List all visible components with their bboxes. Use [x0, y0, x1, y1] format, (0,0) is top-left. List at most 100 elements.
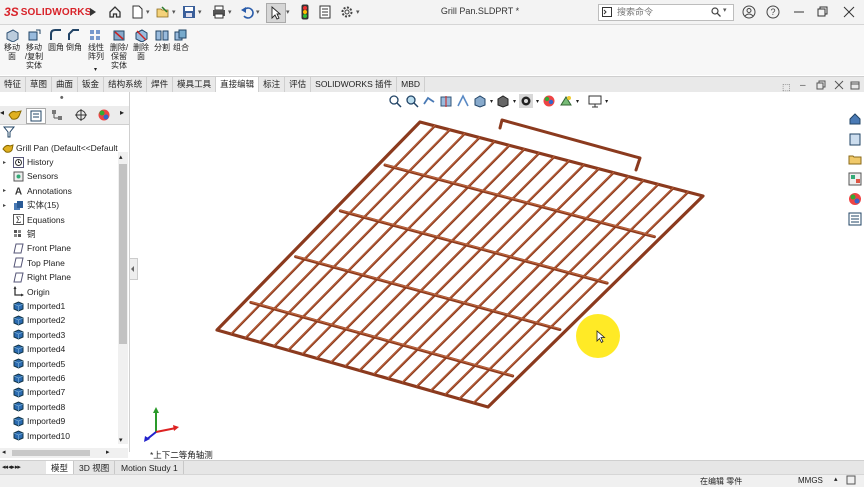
tree-item[interactable]: ▸ A Annotations [0, 184, 118, 198]
tree-item[interactable]: Imported1 [0, 299, 118, 313]
bottom-tab-nav-icon[interactable]: ◂◂ ◂ ▸ ▸▸ [2, 461, 21, 475]
options-caret-icon[interactable]: ▾ [356, 8, 362, 16]
display-style-caret-icon[interactable]: ▾ [513, 98, 516, 105]
tree-item[interactable]: Front Plane [0, 241, 118, 255]
tree-item[interactable]: ▸ 实体(15) [0, 198, 118, 212]
expand-arrow-icon[interactable]: ▸ [3, 159, 11, 166]
grill-pan-model[interactable] [130, 92, 864, 460]
rebuild-traffic-light-icon[interactable] [296, 3, 314, 21]
delete-face-button[interactable]: 删除 面 [132, 28, 150, 61]
hscroll-thumb[interactable] [12, 450, 90, 456]
solidworks-logo[interactable]: 3S SOLIDWORKS [4, 4, 92, 20]
viewport-float-icon[interactable] [850, 80, 860, 92]
tab-3d-views[interactable]: 3D 视图 [74, 461, 116, 475]
tab-surfaces[interactable]: 曲面 [52, 77, 79, 92]
restore-icon[interactable] [812, 3, 834, 21]
apply-scene-caret-icon[interactable]: ▾ [576, 98, 579, 105]
panel-grip-icon[interactable]: ⦁ [60, 94, 64, 102]
tree-item[interactable]: Imported7 [0, 385, 118, 399]
view-settings-caret-icon[interactable]: ▾ [605, 98, 608, 105]
new-document-icon[interactable] [128, 3, 146, 21]
viewport-restore-icon[interactable] [816, 80, 826, 92]
custom-properties-icon[interactable] [848, 212, 862, 226]
expand-menu-icon[interactable] [84, 3, 102, 21]
combine-button[interactable]: 组合 [173, 28, 189, 52]
tree-item[interactable]: Right Plane [0, 270, 118, 284]
tree-item[interactable]: Imported9 [0, 414, 118, 428]
file-properties-icon[interactable] [316, 3, 334, 21]
open-icon[interactable] [154, 3, 172, 21]
tab-motion-study[interactable]: Motion Study 1 [116, 461, 184, 475]
file-explorer-icon[interactable] [848, 152, 862, 166]
property-manager-tab-icon[interactable] [26, 108, 46, 124]
tab-mbd[interactable]: MBD [397, 77, 426, 92]
hide-show-items-icon[interactable] [519, 94, 534, 108]
tree-item[interactable]: Imported2 [0, 313, 118, 327]
feature-manager-tab-icon[interactable] [6, 108, 24, 122]
help-icon[interactable]: ? [762, 3, 784, 21]
unit-caret-icon[interactable]: ▴ [834, 475, 838, 483]
minimize-icon[interactable] [788, 3, 810, 21]
tree-item[interactable]: Imported5 [0, 357, 118, 371]
section-view-icon[interactable] [439, 94, 453, 108]
solidworks-resources-icon[interactable] [848, 112, 862, 126]
view-orientation-caret-icon[interactable]: ▾ [490, 98, 493, 105]
tree-item[interactable]: Imported4 [0, 342, 118, 356]
move-face-button[interactable]: 移动 面 [2, 28, 22, 61]
hide-show-caret-icon[interactable]: ▾ [536, 98, 539, 105]
appearances-scenes-icon[interactable] [848, 192, 862, 206]
unit-system[interactable]: MMGS [798, 476, 823, 485]
viewport-minimize-icon[interactable]: – [800, 80, 806, 91]
delete-keep-body-button[interactable]: 删除/ 保留 实体 [108, 28, 130, 70]
tree-scroll-thumb[interactable] [119, 164, 127, 344]
configuration-manager-tab-icon[interactable] [48, 108, 66, 122]
tree-item[interactable]: Sensors [0, 169, 118, 183]
expand-arrow-icon[interactable]: ▸ [3, 187, 11, 194]
select-cursor-icon[interactable] [266, 3, 286, 23]
dimxpert-manager-tab-icon[interactable] [72, 108, 90, 122]
expand-arrow-icon[interactable]: ▸ [3, 202, 11, 209]
tree-item[interactable]: Σ Equations [0, 213, 118, 227]
tab-markup[interactable]: 标注 [259, 77, 286, 92]
viewport-close-icon[interactable] [834, 80, 844, 92]
close-icon[interactable] [838, 3, 860, 21]
hscroll-left-icon[interactable]: ◂ [2, 448, 6, 456]
tree-item[interactable]: Origin [0, 285, 118, 299]
view-settings-monitor-icon[interactable] [588, 94, 602, 108]
viewport-expand-icon[interactable]: ⬚ [782, 82, 791, 93]
save-icon[interactable] [180, 3, 198, 21]
view-orientation-icon[interactable] [473, 94, 487, 108]
tree-item[interactable]: ▸ History [0, 155, 118, 169]
user-account-icon[interactable] [738, 3, 760, 21]
manager-tabs-scroll-left-icon[interactable]: ◂ [0, 108, 4, 117]
tree-item[interactable]: Top Plane [0, 256, 118, 270]
print-caret-icon[interactable]: ▾ [228, 8, 234, 16]
print-icon[interactable] [210, 3, 228, 21]
search-caret-icon[interactable]: ▾ [723, 6, 727, 14]
linear-pattern-button[interactable]: 线性 阵列 [86, 28, 106, 61]
tree-item[interactable]: Imported6 [0, 371, 118, 385]
tab-model[interactable]: 模型 [46, 461, 75, 475]
open-caret-icon[interactable]: ▾ [172, 8, 178, 16]
manager-tabs-scroll-right-icon[interactable]: ▸ [120, 108, 124, 117]
tab-mold-tools[interactable]: 模具工具 [173, 77, 217, 92]
zoom-to-fit-icon[interactable] [388, 94, 402, 108]
options-gear-icon[interactable] [338, 3, 356, 21]
edit-appearance-icon[interactable] [542, 94, 556, 108]
tab-direct-editing[interactable]: 直接编辑 [216, 77, 260, 92]
hscroll-right-icon[interactable]: ▸ [106, 448, 110, 456]
new-caret-icon[interactable]: ▾ [146, 8, 152, 16]
tree-item[interactable]: 铜 [0, 227, 118, 241]
design-library-icon[interactable] [848, 132, 862, 146]
scroll-up-icon[interactable]: ▴ [119, 153, 123, 161]
linear-pattern-caret-icon[interactable]: ▾ [94, 66, 97, 73]
zoom-to-area-icon[interactable] [405, 94, 419, 108]
view-palette-icon[interactable] [848, 172, 862, 186]
dynamic-annotation-icon[interactable] [456, 94, 470, 108]
save-caret-icon[interactable]: ▾ [198, 8, 204, 16]
search-icon[interactable] [711, 7, 721, 17]
display-manager-tab-icon[interactable] [95, 108, 113, 122]
fillet-button[interactable]: 圆角 [48, 28, 64, 52]
undo-caret-icon[interactable]: ▾ [256, 8, 262, 16]
status-options-icon[interactable] [846, 475, 856, 487]
